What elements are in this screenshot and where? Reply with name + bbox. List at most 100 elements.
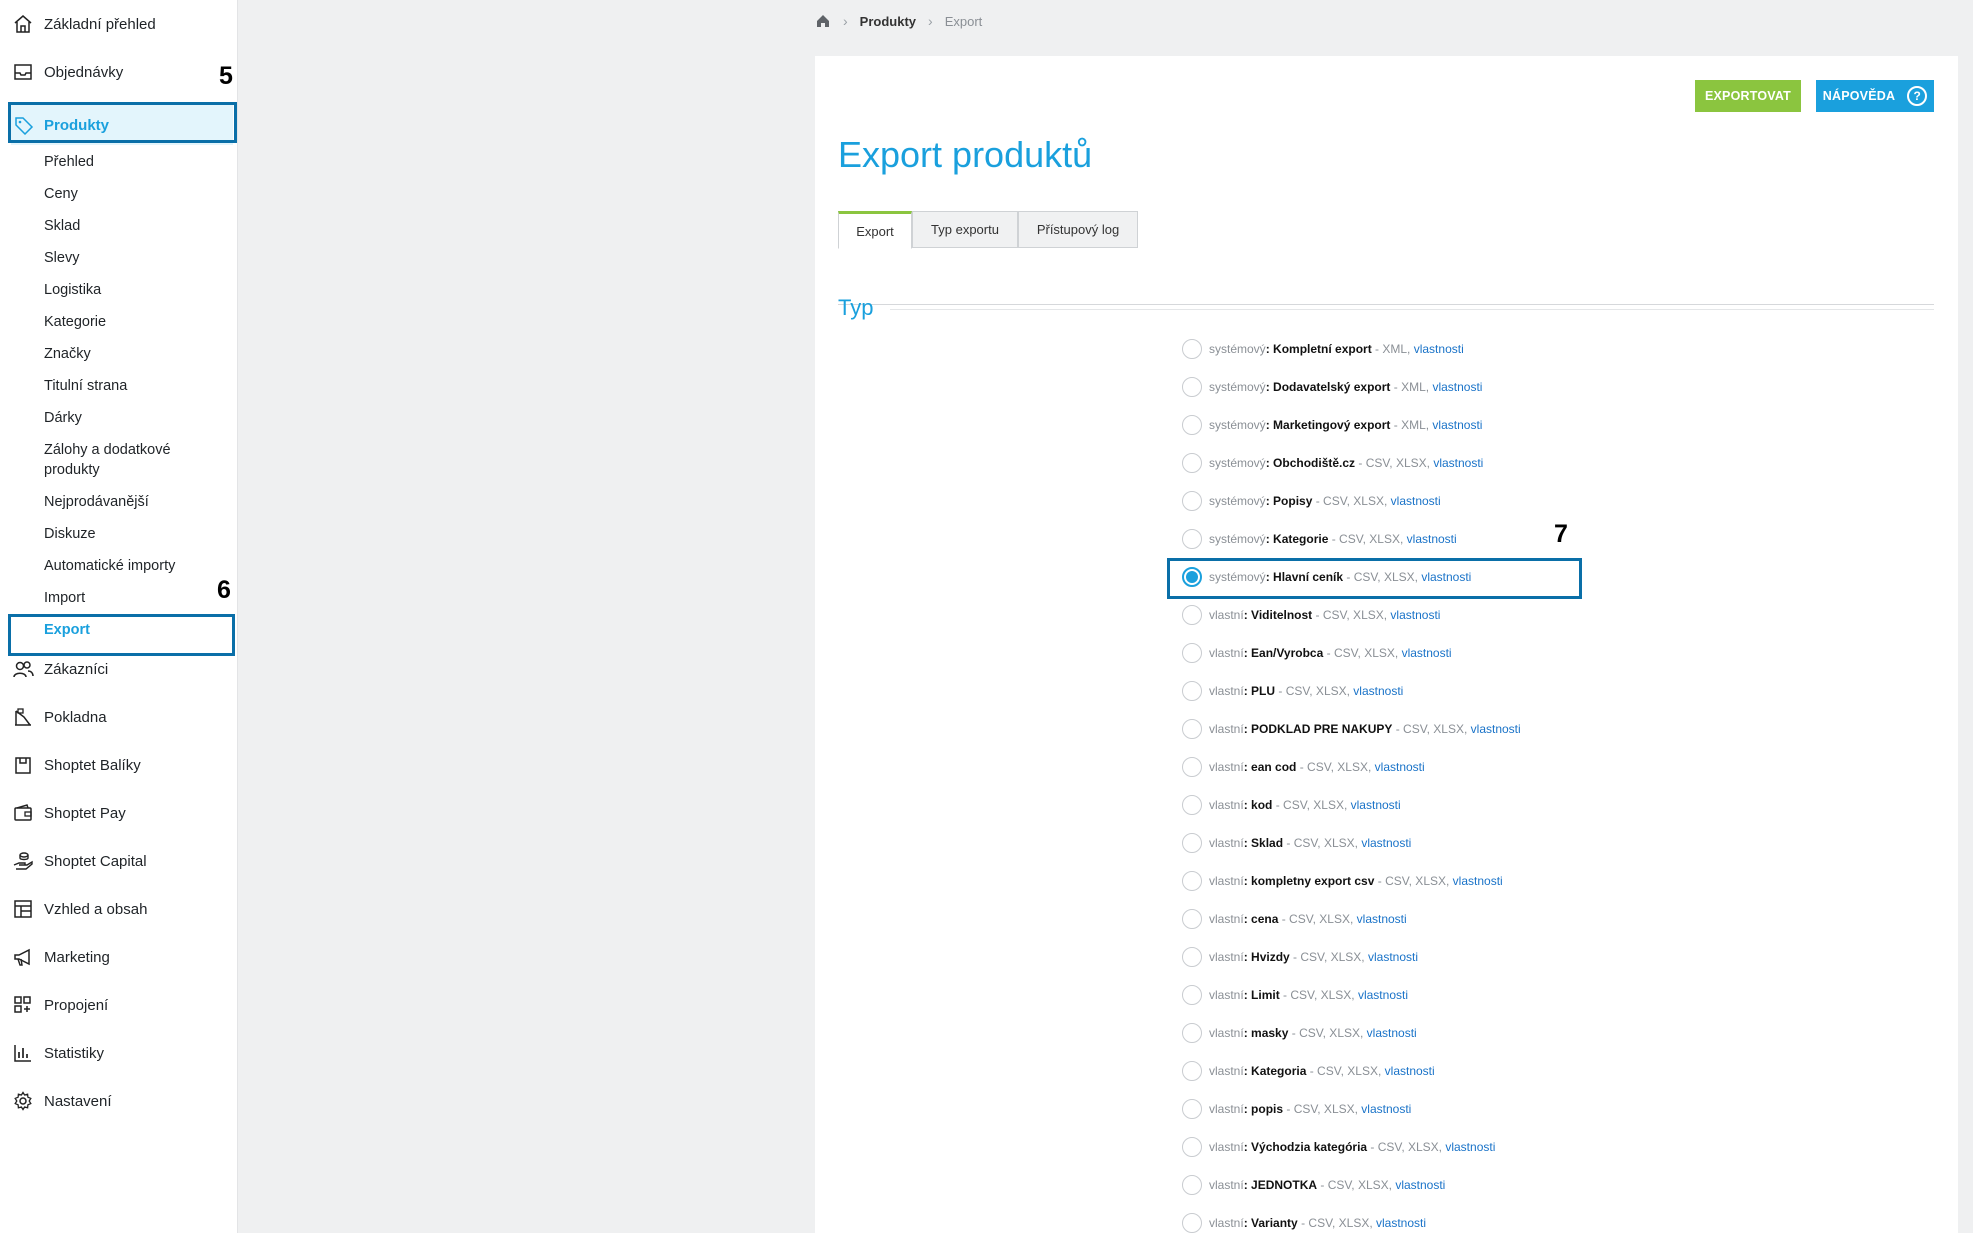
- sidebar-subitem-logistika[interactable]: Logistika: [44, 280, 101, 300]
- radio-button[interactable]: [1182, 1023, 1202, 1043]
- export-type-option[interactable]: vlastní: Varianty - CSV, XLSX, vlastnost…: [1182, 1211, 1426, 1233]
- radio-button[interactable]: [1182, 719, 1202, 739]
- sidebar-item-statistiky[interactable]: Statistiky: [0, 1033, 238, 1073]
- export-type-option[interactable]: vlastní: PODKLAD PRE NAKUPY - CSV, XLSX,…: [1182, 717, 1521, 741]
- tab-pristupovy-log[interactable]: Přístupový log: [1018, 211, 1138, 248]
- export-type-option[interactable]: systémový: Obchodiště.cz - CSV, XLSX, vl…: [1182, 451, 1483, 475]
- radio-button[interactable]: [1182, 871, 1202, 891]
- export-type-option[interactable]: vlastní: JEDNOTKA - CSV, XLSX, vlastnost…: [1182, 1173, 1445, 1197]
- option-properties-link[interactable]: vlastnosti: [1375, 760, 1425, 774]
- export-type-option[interactable]: systémový: Dodavatelský export - XML, vl…: [1182, 375, 1482, 399]
- sidebar-item-shoptet-pay[interactable]: Shoptet Pay: [0, 793, 238, 833]
- export-type-option[interactable]: systémový: Kompletní export - XML, vlast…: [1182, 337, 1464, 361]
- sidebar-subitem-diskuze[interactable]: Diskuze: [44, 524, 96, 544]
- export-type-option[interactable]: vlastní: Kategoria - CSV, XLSX, vlastnos…: [1182, 1059, 1435, 1083]
- tab-export[interactable]: Export: [838, 211, 912, 249]
- tab-typ-exportu[interactable]: Typ exportu: [912, 211, 1018, 248]
- export-type-option[interactable]: vlastní: PLU - CSV, XLSX, vlastnosti: [1182, 679, 1403, 703]
- radio-button[interactable]: [1182, 377, 1202, 397]
- option-properties-link[interactable]: vlastnosti: [1385, 1064, 1435, 1078]
- sidebar-item-vzhled-a-obsah[interactable]: Vzhled a obsah: [0, 889, 238, 929]
- sidebar-subitem-slevy[interactable]: Slevy: [44, 248, 79, 268]
- radio-button[interactable]: [1182, 1099, 1202, 1119]
- sidebar-subitem-import[interactable]: Import: [44, 588, 85, 608]
- sidebar-subitem-prehled[interactable]: Přehled: [44, 152, 94, 172]
- sidebar-subitem-znacky[interactable]: Značky: [44, 344, 91, 364]
- export-type-option[interactable]: vlastní: kod - CSV, XLSX, vlastnosti: [1182, 793, 1401, 817]
- sidebar-item-marketing[interactable]: Marketing: [0, 937, 238, 977]
- sidebar-subitem-titulni-strana[interactable]: Titulní strana: [44, 376, 127, 396]
- option-properties-link[interactable]: vlastnosti: [1407, 532, 1457, 546]
- sidebar-subitem-automaticke-importy[interactable]: Automatické importy: [44, 556, 175, 576]
- export-type-option[interactable]: vlastní: Viditelnost - CSV, XLSX, vlastn…: [1182, 603, 1440, 627]
- help-button[interactable]: NÁPOVĚDA?: [1816, 80, 1934, 112]
- export-type-option[interactable]: vlastní: Hvizdy - CSV, XLSX, vlastnosti: [1182, 945, 1418, 969]
- radio-button[interactable]: [1182, 757, 1202, 777]
- radio-button[interactable]: [1182, 339, 1202, 359]
- radio-button[interactable]: [1182, 643, 1202, 663]
- sidebar-subitem-zalohy[interactable]: Zálohy a dodatkové produkty: [44, 440, 204, 480]
- radio-button[interactable]: [1182, 1137, 1202, 1157]
- option-properties-link[interactable]: vlastnosti: [1358, 988, 1408, 1002]
- export-type-option[interactable]: systémový: Kategorie - CSV, XLSX, vlastn…: [1182, 527, 1457, 551]
- export-type-option[interactable]: vlastní: kompletny export csv - CSV, XLS…: [1182, 869, 1503, 893]
- radio-button[interactable]: [1182, 681, 1202, 701]
- option-properties-link[interactable]: vlastnosti: [1471, 722, 1521, 736]
- sidebar-item-propojeni[interactable]: Propojení: [0, 985, 238, 1025]
- option-properties-link[interactable]: vlastnosti: [1351, 798, 1401, 812]
- breadcrumb-produkty[interactable]: Produkty: [860, 14, 916, 29]
- option-properties-link[interactable]: vlastnosti: [1361, 1102, 1411, 1116]
- sidebar-item-zakladni-prehled[interactable]: Základní přehled: [0, 4, 238, 44]
- option-properties-link[interactable]: vlastnosti: [1391, 494, 1441, 508]
- option-properties-link[interactable]: vlastnosti: [1453, 874, 1503, 888]
- option-properties-link[interactable]: vlastnosti: [1376, 1216, 1426, 1230]
- export-type-option[interactable]: vlastní: Východzia kategória - CSV, XLSX…: [1182, 1135, 1495, 1159]
- export-type-option[interactable]: vlastní: Ean/Vyrobca - CSV, XLSX, vlastn…: [1182, 641, 1452, 665]
- export-type-option[interactable]: vlastní: ean cod - CSV, XLSX, vlastnosti: [1182, 755, 1425, 779]
- export-type-option[interactable]: vlastní: Sklad - CSV, XLSX, vlastnosti: [1182, 831, 1411, 855]
- radio-button[interactable]: [1182, 1175, 1202, 1195]
- radio-button[interactable]: [1182, 529, 1202, 549]
- export-type-option[interactable]: systémový: Popisy - CSV, XLSX, vlastnost…: [1182, 489, 1441, 513]
- radio-button[interactable]: [1182, 453, 1202, 473]
- home-icon[interactable]: [815, 13, 831, 29]
- sidebar-subitem-darky[interactable]: Dárky: [44, 408, 82, 428]
- option-properties-link[interactable]: vlastnosti: [1390, 608, 1440, 622]
- option-properties-link[interactable]: vlastnosti: [1367, 1026, 1417, 1040]
- option-properties-link[interactable]: vlastnosti: [1432, 380, 1482, 394]
- sidebar-subitem-kategorie[interactable]: Kategorie: [44, 312, 106, 332]
- radio-button[interactable]: [1182, 795, 1202, 815]
- radio-button[interactable]: [1182, 1213, 1202, 1233]
- sidebar-item-objednavky[interactable]: Objednávky: [0, 52, 238, 92]
- export-button[interactable]: EXPORTOVAT: [1695, 80, 1801, 112]
- option-properties-link[interactable]: vlastnosti: [1361, 836, 1411, 850]
- radio-button[interactable]: [1182, 415, 1202, 435]
- option-properties-link[interactable]: vlastnosti: [1402, 646, 1452, 660]
- option-properties-link[interactable]: vlastnosti: [1368, 950, 1418, 964]
- option-properties-link[interactable]: vlastnosti: [1433, 456, 1483, 470]
- sidebar-subitem-sklad[interactable]: Sklad: [44, 216, 80, 236]
- export-type-option[interactable]: vlastní: cena - CSV, XLSX, vlastnosti: [1182, 907, 1407, 931]
- option-properties-link[interactable]: vlastnosti: [1353, 684, 1403, 698]
- sidebar-item-nastaveni[interactable]: Nastavení: [0, 1081, 238, 1121]
- sidebar-subitem-nejprodavanejsi[interactable]: Nejprodávanější: [44, 492, 149, 512]
- option-properties-link[interactable]: vlastnosti: [1414, 342, 1464, 356]
- sidebar-item-pokladna[interactable]: Pokladna: [0, 697, 238, 737]
- radio-button[interactable]: [1182, 909, 1202, 929]
- option-properties-link[interactable]: vlastnosti: [1445, 1140, 1495, 1154]
- sidebar-item-shoptet-baliky[interactable]: Shoptet Balíky: [0, 745, 238, 785]
- radio-button[interactable]: [1182, 1061, 1202, 1081]
- sidebar-subitem-ceny[interactable]: Ceny: [44, 184, 78, 204]
- radio-button[interactable]: [1182, 985, 1202, 1005]
- radio-button[interactable]: [1182, 491, 1202, 511]
- sidebar-item-shoptet-capital[interactable]: Shoptet Capital: [0, 841, 238, 881]
- option-properties-link[interactable]: vlastnosti: [1395, 1178, 1445, 1192]
- option-properties-link[interactable]: vlastnosti: [1357, 912, 1407, 926]
- radio-button[interactable]: [1182, 833, 1202, 853]
- radio-button[interactable]: [1182, 947, 1202, 967]
- option-properties-link[interactable]: vlastnosti: [1432, 418, 1482, 432]
- export-type-option[interactable]: vlastní: popis - CSV, XLSX, vlastnosti: [1182, 1097, 1411, 1121]
- radio-button[interactable]: [1182, 605, 1202, 625]
- export-type-option[interactable]: vlastní: masky - CSV, XLSX, vlastnosti: [1182, 1021, 1417, 1045]
- export-type-option[interactable]: vlastní: Limit - CSV, XLSX, vlastnosti: [1182, 983, 1408, 1007]
